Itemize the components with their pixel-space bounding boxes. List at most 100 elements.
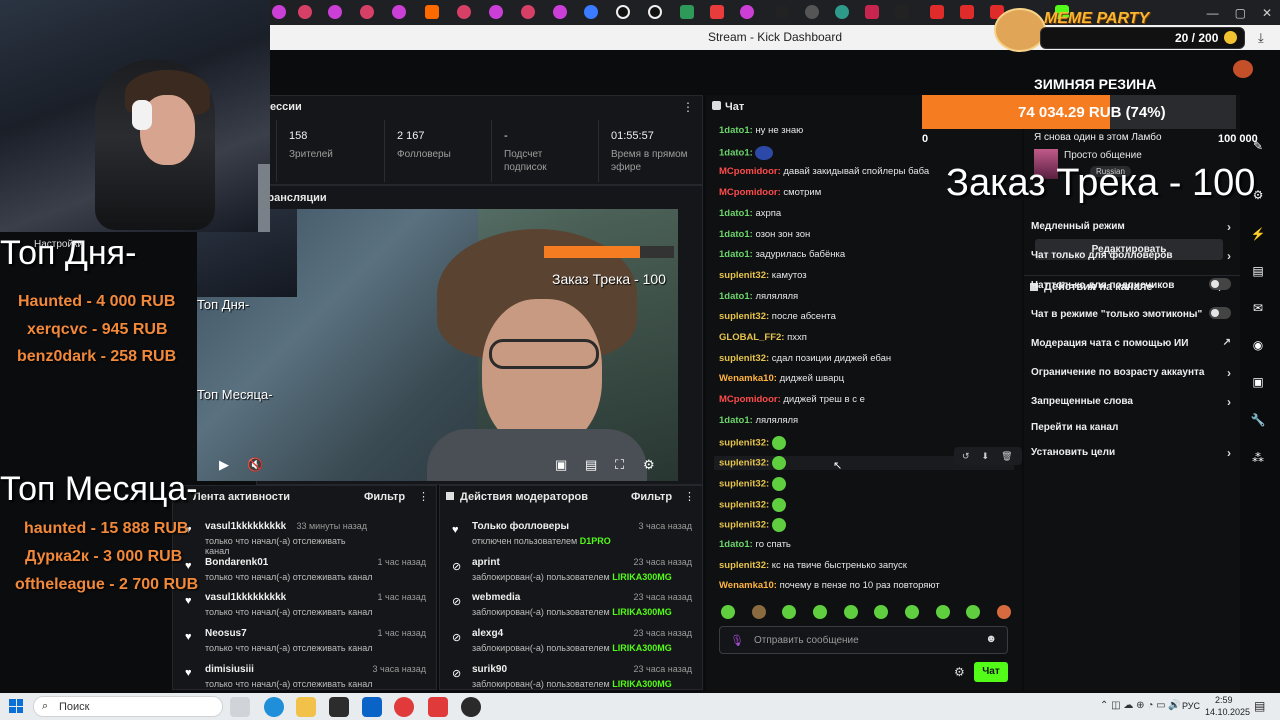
outlook-icon[interactable] xyxy=(362,697,382,717)
settings-icon[interactable]: ⚙ xyxy=(643,457,655,473)
tab-icon[interactable] xyxy=(960,5,974,19)
tab-icon[interactable] xyxy=(835,5,849,19)
pin-icon[interactable]: ⬇ xyxy=(982,451,990,462)
lightning-icon[interactable]: ⚡ xyxy=(1248,224,1268,244)
chat-username[interactable]: suplenit32: xyxy=(719,560,769,571)
channel-action-item[interactable]: Ограничение по возрасту аккаунта › xyxy=(1031,366,1231,380)
reply-icon[interactable]: ↺ xyxy=(962,451,970,462)
yandex-browser-icon[interactable] xyxy=(394,697,414,717)
pip-icon[interactable]: ▣ xyxy=(555,457,567,473)
chat-message[interactable]: 1dato1: ну не знаю xyxy=(719,125,803,136)
mod-filter-button[interactable]: Фильтр xyxy=(631,491,672,503)
channel-action-item[interactable]: Чат в режиме "только эмотиконы" xyxy=(1031,307,1231,320)
chat-message[interactable]: suplenit32: кс на твиче быстренько запус… xyxy=(719,560,907,571)
emote-icon[interactable] xyxy=(904,605,919,619)
taskbar-search[interactable]: ⌕ Поиск xyxy=(33,696,223,717)
fullscreen-icon[interactable]: ⛶ xyxy=(615,457,624,473)
emote-icon[interactable] xyxy=(874,605,889,619)
edge-icon[interactable] xyxy=(264,697,284,717)
chat-username[interactable]: 1dato1: xyxy=(719,208,753,219)
toggle-switch[interactable] xyxy=(1209,307,1231,319)
chat-username[interactable]: suplenit32: xyxy=(719,478,769,489)
tab-icon[interactable] xyxy=(930,5,944,19)
chat-username[interactable]: GLOBAL_FF2: xyxy=(719,332,784,343)
emote-icon[interactable] xyxy=(996,605,1011,619)
channel-action-item[interactable]: Установить цели › xyxy=(1031,446,1231,460)
chat-message[interactable]: MCpomidoor: давай закидывай спойлеры баб… xyxy=(719,166,929,177)
tab-icon[interactable] xyxy=(425,5,439,19)
more-icon[interactable]: ⋮ xyxy=(682,100,694,114)
chat-message[interactable]: 1dato1: ляляляля xyxy=(719,291,798,302)
tab-icon[interactable] xyxy=(616,5,630,19)
chat-username[interactable]: 1dato1: xyxy=(719,249,753,260)
tab-icon[interactable] xyxy=(392,5,406,19)
chat-username[interactable]: suplenit32: xyxy=(719,520,769,531)
yandex-icon[interactable] xyxy=(428,697,448,717)
chat-message[interactable]: 1dato1: озон зон зон xyxy=(719,229,810,240)
stream-category[interactable]: Просто общение xyxy=(1064,150,1142,161)
emote-icon[interactable] xyxy=(751,605,766,619)
chat-message[interactable]: suplenit32: после абсента xyxy=(719,311,836,322)
chat-username[interactable]: suplenit32: xyxy=(719,311,769,322)
more-icon[interactable]: ⋮ xyxy=(684,490,695,503)
channel-action-item[interactable]: Модерация чата с помощью ИИ ↗ xyxy=(1031,337,1231,349)
emote-icon[interactable] xyxy=(812,605,827,619)
mute-icon[interactable]: 🔇 xyxy=(247,457,263,473)
chat-username[interactable]: suplenit32: xyxy=(719,353,769,364)
toggle-switch[interactable] xyxy=(1209,278,1231,290)
chat-message[interactable]: MCpomidoor: диджей треш в с е xyxy=(719,394,865,405)
activity-filter-button[interactable]: Фильтр xyxy=(364,491,405,503)
tab-icon[interactable] xyxy=(865,5,879,19)
obs-icon[interactable] xyxy=(461,697,481,717)
emote-icon[interactable] xyxy=(782,605,797,619)
tray-icons[interactable]: ⌃ ◫ ☁ ⊕ ◔ ▭ 🔊 xyxy=(1100,700,1181,711)
tab-icon[interactable] xyxy=(521,5,535,19)
download-icon[interactable]: ⤓ xyxy=(1258,30,1264,46)
tab-icon[interactable] xyxy=(489,5,503,19)
chat-username[interactable]: Wenamka10: xyxy=(719,580,777,591)
emote-icon[interactable] xyxy=(966,605,981,619)
chat-message[interactable]: Wenamka10: почему в пензе по 10 раз повт… xyxy=(719,580,940,591)
chat-username[interactable]: 1dato1: xyxy=(719,539,753,550)
channel-action-item[interactable]: Чат только для подписчиков xyxy=(1031,278,1231,291)
tab-icon[interactable] xyxy=(553,5,567,19)
tab-icon[interactable] xyxy=(805,5,819,19)
channel-action-item[interactable]: Медленный режим › xyxy=(1031,220,1231,234)
tab-icon[interactable] xyxy=(272,5,286,19)
chat-username[interactable]: suplenit32: xyxy=(719,499,769,510)
chat-username[interactable]: suplenit32: xyxy=(719,458,769,469)
chat-username[interactable]: suplenit32: xyxy=(719,437,769,448)
play-icon[interactable]: ▶ xyxy=(219,457,229,473)
chat-message[interactable]: 1dato1: ахрпа xyxy=(719,208,781,219)
broadcast-icon[interactable]: ◉ xyxy=(1248,335,1268,355)
maximize-icon[interactable]: ▢ xyxy=(1235,6,1246,20)
chat-send-button[interactable]: Чат xyxy=(974,662,1008,682)
wrench-icon[interactable]: 🔧 xyxy=(1248,410,1268,430)
tab-icon[interactable] xyxy=(457,5,471,19)
channel-action-item[interactable]: Перейти на канал xyxy=(1031,422,1231,433)
chat-message[interactable]: suplenit32: камутоз xyxy=(719,270,807,281)
chat-username[interactable]: MCpomidoor: xyxy=(719,394,781,405)
language-indicator[interactable]: РУС xyxy=(1182,701,1200,711)
microphone-icon[interactable]: 🎙 xyxy=(730,634,744,647)
clock-time[interactable]: 2:59 xyxy=(1215,695,1233,705)
tab-icon[interactable] xyxy=(584,5,598,19)
more-icon[interactable]: ⋮ xyxy=(418,490,429,503)
emote-icon[interactable] xyxy=(935,605,950,619)
clipboard-icon[interactable]: ▤ xyxy=(1248,261,1268,281)
delete-icon[interactable]: 🗑 xyxy=(1001,451,1012,462)
tab-icon[interactable] xyxy=(895,5,909,19)
chat-username[interactable]: suplenit32: xyxy=(719,270,769,281)
nodes-icon[interactable]: ⁂ xyxy=(1248,448,1268,468)
chat-username[interactable]: MCpomidoor: xyxy=(719,166,781,177)
chat-username[interactable]: MCpomidoor: xyxy=(719,187,781,198)
emoji-icon[interactable]: ☻ xyxy=(985,633,997,645)
chat-bubble-icon[interactable]: ✉ xyxy=(1248,298,1268,318)
clock-date[interactable]: 14.10.2025 xyxy=(1205,707,1250,717)
store-icon[interactable] xyxy=(329,697,349,717)
notifications-icon[interactable]: ▤ xyxy=(1254,699,1265,713)
tab-icon[interactable] xyxy=(360,5,374,19)
emote-icon[interactable] xyxy=(843,605,858,619)
chat-message[interactable]: Wenamka10: диджей шварц xyxy=(719,373,844,384)
avatar[interactable] xyxy=(1233,60,1253,78)
